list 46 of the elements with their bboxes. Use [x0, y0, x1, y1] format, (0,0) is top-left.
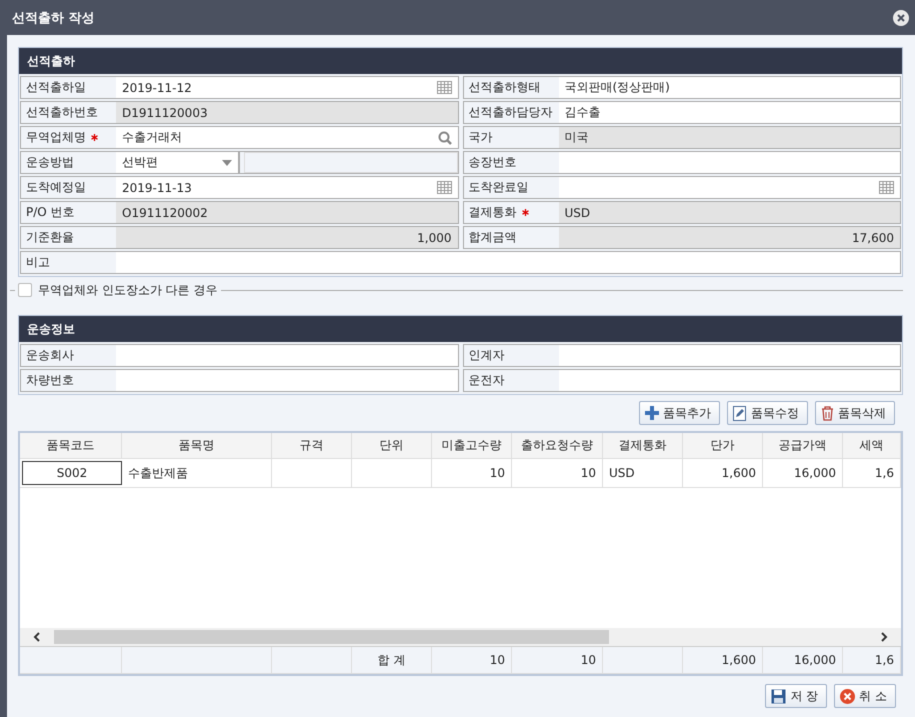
chevron-right-icon — [880, 632, 888, 642]
column-header[interactable]: 미출고수량 — [432, 433, 512, 458]
total-label: 합 계 — [352, 647, 432, 673]
column-header[interactable]: 단위 — [352, 433, 432, 458]
column-header[interactable]: 출하요청수량 — [512, 433, 603, 458]
column-header[interactable]: 품목코드 — [20, 433, 122, 458]
horizontal-scrollbar[interactable] — [20, 628, 901, 647]
close-icon — [840, 688, 856, 704]
column-header[interactable]: 세액 — [843, 433, 901, 458]
section-header: 선적출하 — [19, 48, 902, 74]
table-cell: 16,000 — [763, 459, 843, 487]
total-cell: 10 — [432, 647, 512, 673]
window-title: 선적출하 작성 — [12, 10, 95, 26]
checkbox[interactable] — [18, 283, 32, 297]
footer-button[interactable]: 저 장 — [765, 684, 828, 708]
field-label: 운송방법 — [25, 154, 74, 171]
caret-icon — [222, 160, 232, 166]
column-header[interactable]: 공급가액 — [763, 433, 843, 458]
column-header[interactable]: 규격 — [272, 433, 352, 458]
toolbar-button[interactable]: 품목추가 — [639, 401, 720, 425]
toolbar-button[interactable]: 품목수정 — [727, 401, 808, 425]
close-icon — [896, 12, 906, 22]
checkbox-label: 무역업체와 인도장소가 다른 경우 — [38, 282, 218, 298]
toolbar-button[interactable]: 품목삭제 — [815, 401, 895, 425]
column-header[interactable]: 품목명 — [122, 433, 272, 458]
table-cell: S002 — [22, 461, 122, 485]
chevron-left-icon — [33, 632, 41, 642]
table-cell: USD — [603, 459, 683, 487]
total-cell: 1,600 — [683, 647, 763, 673]
footer-button[interactable]: 취 소 — [834, 684, 896, 708]
total-cell: 10 — [512, 647, 603, 673]
total-cell: 1,6 — [843, 647, 901, 673]
dropdown[interactable]: 선박편 — [116, 152, 240, 173]
table-cell: 1,600 — [683, 459, 763, 487]
table-cell: 10 — [432, 459, 512, 487]
table-cell: 수출반제품 — [122, 459, 272, 487]
column-header[interactable]: 단가 — [683, 433, 763, 458]
section-header: 운송정보 — [19, 316, 902, 342]
table-cell: 10 — [512, 459, 603, 487]
close-button[interactable] — [893, 10, 909, 26]
total-cell: 16,000 — [763, 647, 843, 673]
pencil-icon — [733, 406, 747, 420]
table-cell: 1,6 — [843, 459, 901, 487]
column-header[interactable]: 결제통화 — [603, 433, 683, 458]
plus-icon — [645, 406, 659, 420]
trash-icon — [821, 406, 834, 420]
